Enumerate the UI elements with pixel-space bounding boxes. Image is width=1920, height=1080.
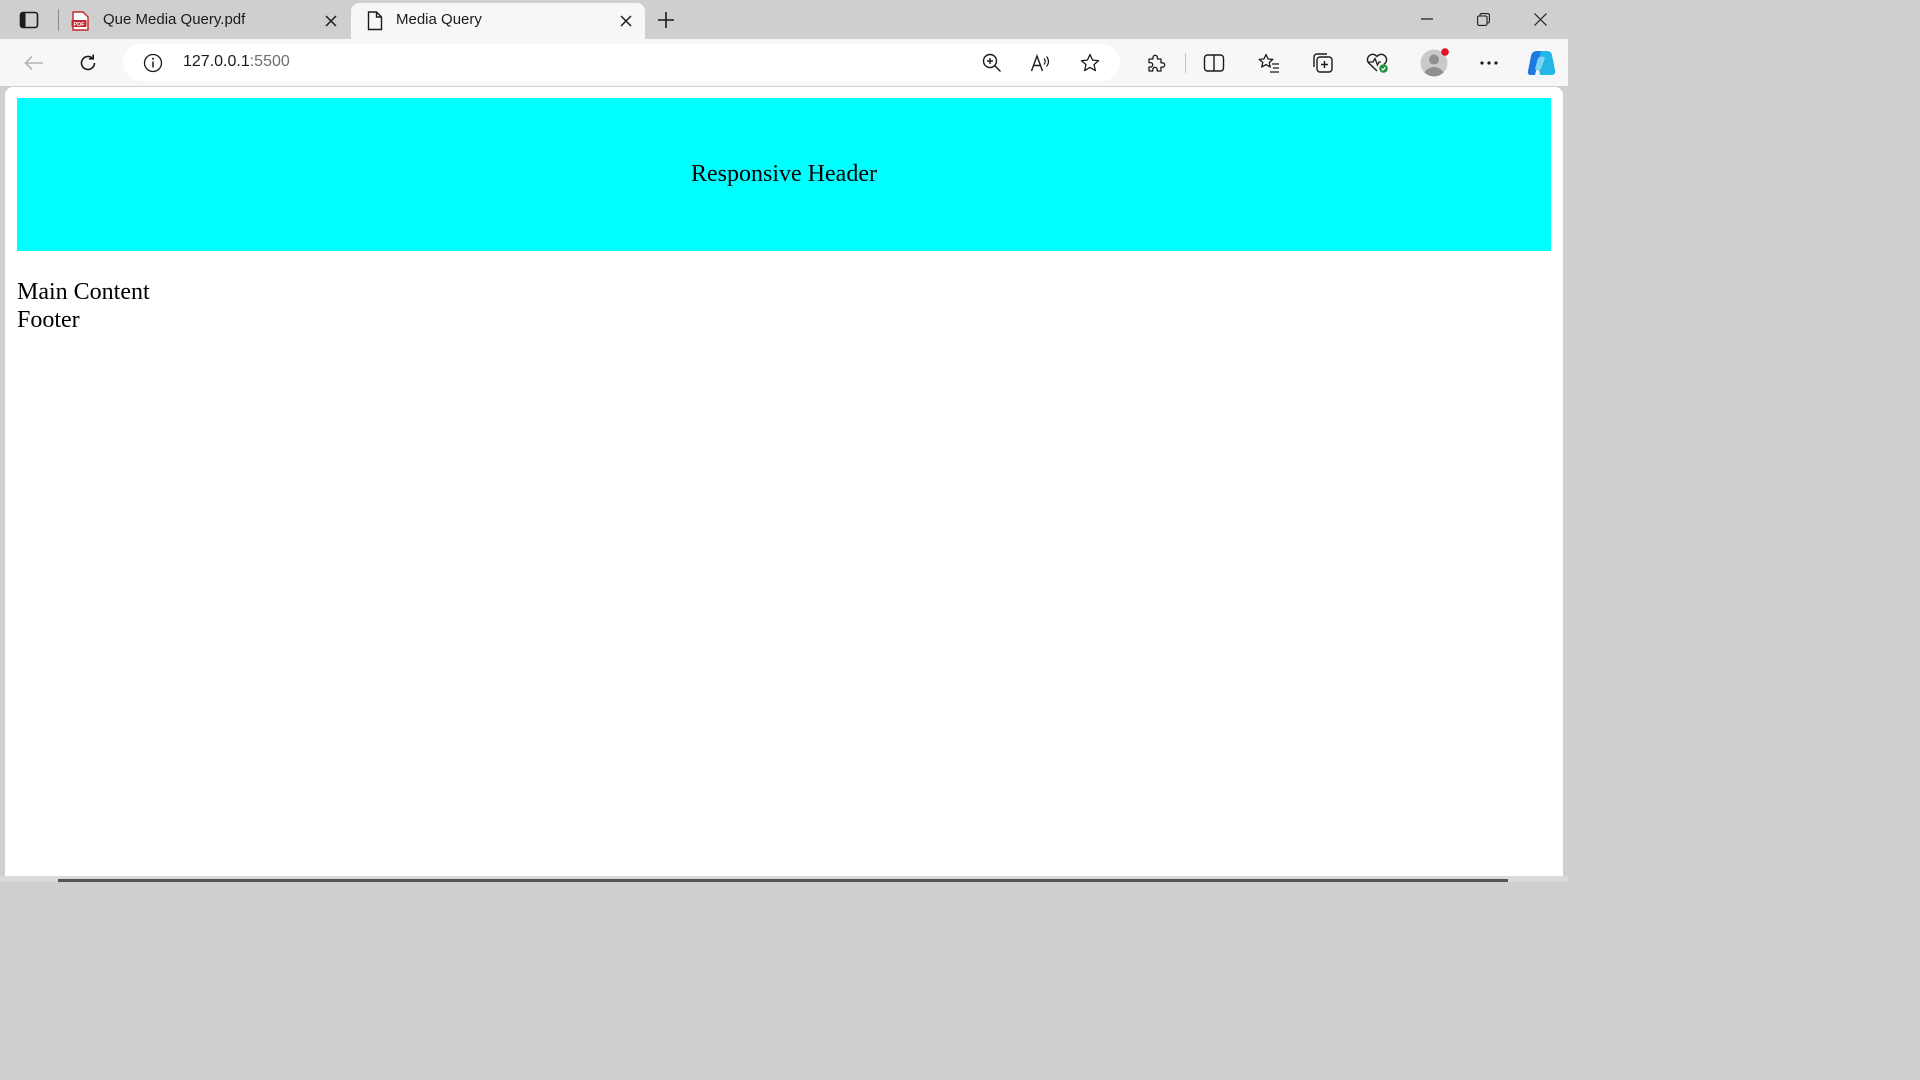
avatar xyxy=(1419,48,1449,78)
address-bar[interactable]: 127.0.0.1:5500 xyxy=(123,44,1120,81)
close-icon xyxy=(1533,12,1547,26)
copilot-button[interactable] xyxy=(1524,46,1558,80)
tab-actions-icon xyxy=(19,11,39,29)
browser-toolbar: 127.0.0.1:5500 xyxy=(0,39,1568,86)
minimize-icon xyxy=(1421,18,1433,20)
url-host: 127.0.0.1 xyxy=(183,53,250,70)
settings-more-button[interactable] xyxy=(1474,48,1504,78)
read-aloud-icon xyxy=(1030,54,1052,72)
tab-media-query[interactable]: Media Query xyxy=(351,3,645,39)
page-footer: Footer xyxy=(17,307,80,333)
close-tab-icon[interactable] xyxy=(320,10,342,32)
toolbar-divider xyxy=(1185,53,1186,73)
tab-strip: PDF Que Media Query.pdf Media Query xyxy=(0,0,1568,39)
url-text[interactable]: 127.0.0.1:5500 xyxy=(183,53,290,71)
restore-button[interactable] xyxy=(1461,4,1505,34)
favorites-button[interactable] xyxy=(1254,48,1284,78)
restore-icon xyxy=(1476,12,1490,26)
extensions-button[interactable] xyxy=(1141,48,1171,78)
more-icon xyxy=(1480,61,1498,65)
profile-button[interactable] xyxy=(1418,47,1450,79)
zoom-in-icon xyxy=(982,53,1002,73)
copilot-icon xyxy=(1526,50,1556,76)
page-header: Responsive Header xyxy=(17,98,1551,251)
tab-title: Que Media Query.pdf xyxy=(103,11,246,28)
tab-actions-menu-button[interactable] xyxy=(14,6,44,34)
new-tab-button[interactable] xyxy=(652,6,680,34)
split-screen-button[interactable] xyxy=(1199,48,1229,78)
collections-button[interactable] xyxy=(1308,48,1338,78)
minimize-button[interactable] xyxy=(1405,4,1449,34)
close-tab-icon[interactable] xyxy=(615,10,637,32)
collections-icon xyxy=(1312,52,1334,74)
zoom-button[interactable] xyxy=(978,49,1006,77)
page-viewport: Responsive Header Main Content Footer xyxy=(5,87,1563,876)
refresh-button[interactable] xyxy=(73,48,103,78)
puzzle-icon xyxy=(1145,52,1167,74)
back-arrow-icon xyxy=(24,55,44,71)
favorites-list-icon xyxy=(1258,53,1280,73)
heart-pulse-icon xyxy=(1365,52,1389,74)
plus-icon xyxy=(657,11,675,29)
url-port: :5500 xyxy=(249,53,290,70)
tab-que-media-query-pdf[interactable]: PDF Que Media Query.pdf xyxy=(60,3,350,39)
close-window-button[interactable] xyxy=(1518,4,1562,34)
browser-essentials-button[interactable] xyxy=(1362,48,1392,78)
favorite-button[interactable] xyxy=(1076,49,1104,77)
refresh-icon xyxy=(78,53,98,73)
back-button[interactable] xyxy=(19,48,49,78)
svg-text:PDF: PDF xyxy=(74,22,86,28)
site-info-icon[interactable] xyxy=(141,51,165,75)
star-icon xyxy=(1080,53,1100,73)
read-aloud-button[interactable] xyxy=(1027,49,1055,77)
split-screen-icon xyxy=(1203,53,1225,73)
main-content: Main Content xyxy=(17,279,150,305)
taskbar-edge xyxy=(58,879,1508,882)
tab-separator xyxy=(58,9,59,31)
tab-title: Media Query xyxy=(396,11,482,28)
document-icon xyxy=(365,11,385,31)
pdf-icon: PDF xyxy=(70,11,90,31)
